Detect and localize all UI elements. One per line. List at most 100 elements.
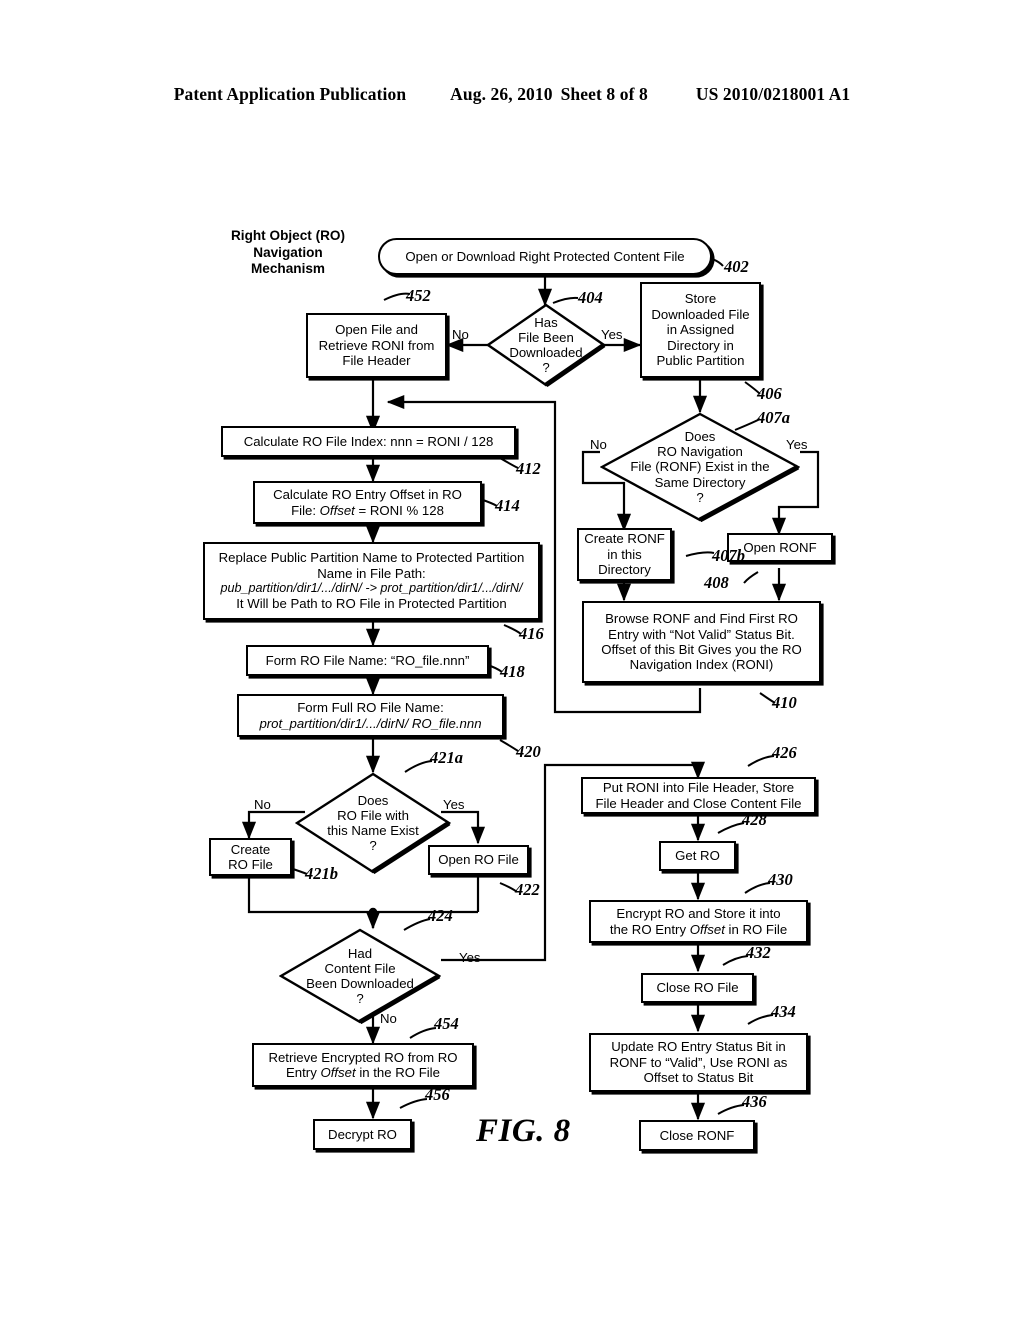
node-426-line1: Put RONI into File Header, Store bbox=[602, 780, 795, 796]
node-410-line3: Offset of this Bit Gives you the RO bbox=[601, 642, 802, 657]
node-454-line2: Entry Offset in the RO File bbox=[268, 1065, 457, 1080]
node-430-line2: the RO Entry Offset in RO File bbox=[610, 922, 787, 937]
ref-406: 406 bbox=[757, 384, 782, 403]
node-454-line2-a: Entry bbox=[286, 1065, 321, 1080]
node-421b-text: Create RO File bbox=[228, 842, 273, 873]
ref-456: 456 bbox=[425, 1085, 450, 1104]
ref-422: 422 bbox=[515, 880, 540, 899]
node-414-line2-offset: Offset bbox=[319, 502, 355, 518]
node-424-text: Had Content File Been Downloaded ? bbox=[279, 946, 441, 1007]
node-407b-create-ronf[interactable]: Create RONF in this Directory bbox=[577, 528, 672, 581]
ref-426: 426 bbox=[772, 743, 797, 762]
node-426-put-roni-into-file-header[interactable]: Put RONI into File Header, Store File He… bbox=[581, 777, 816, 814]
node-456-label: Decrypt RO bbox=[328, 1126, 397, 1142]
ref-421a: 421a bbox=[430, 748, 463, 767]
flowchart-diagram: Right Object (RO) Navigation Mechanism F… bbox=[0, 0, 1024, 1320]
node-414-text: Calculate RO Entry Offset in RO File: Of… bbox=[273, 487, 462, 518]
node-434-line3: Offset to Status Bit bbox=[643, 1070, 754, 1086]
node-404-has-file-been-downloaded[interactable]: Has File Been Downloaded ? bbox=[486, 303, 606, 387]
node-430-text: Encrypt RO and Store it into the RO Entr… bbox=[610, 906, 787, 937]
ref-402: 402 bbox=[724, 257, 749, 276]
node-407a-line1: Does bbox=[684, 428, 716, 444]
node-412-calculate-ro-file-index[interactable]: Calculate RO File Index: nnn = RONI / 12… bbox=[221, 426, 516, 457]
node-436-close-ronf[interactable]: Close RONF bbox=[639, 1120, 755, 1151]
node-416-line4: It Will be Path to RO File in Protected … bbox=[236, 596, 507, 612]
node-407b-line3: Directory bbox=[598, 562, 651, 578]
node-412-label: Calculate RO File Index: nnn = RONI / 12… bbox=[243, 433, 494, 449]
node-430-line2-offset: Offset bbox=[689, 921, 725, 937]
node-406-store-downloaded-file[interactable]: Store Downloaded File in Assigned Direct… bbox=[640, 282, 761, 378]
node-454-line2-c: in the RO File bbox=[355, 1065, 440, 1080]
ref-430: 430 bbox=[768, 870, 793, 889]
node-407a-does-ronf-exist[interactable]: Does RO Navigation File (RONF) Exist in … bbox=[600, 412, 800, 522]
node-424-had-content-file-downloaded[interactable]: Had Content File Been Downloaded ? bbox=[279, 928, 441, 1024]
node-410-browse-ronf[interactable]: Browse RONF and Find First RO Entry with… bbox=[582, 601, 821, 683]
ref-410: 410 bbox=[772, 693, 797, 712]
node-406-line4: Directory in bbox=[667, 337, 734, 353]
node-421b-create-ro-file[interactable]: Create RO File bbox=[209, 838, 292, 876]
ref-420: 420 bbox=[516, 742, 541, 761]
node-428-get-ro[interactable]: Get RO bbox=[659, 841, 736, 871]
node-452-open-file-retrieve-roni[interactable]: Open File and Retrieve RONI from File He… bbox=[306, 313, 447, 378]
ref-434: 434 bbox=[771, 1002, 796, 1021]
node-421a-line4: ? bbox=[369, 838, 377, 854]
flowchart-title: Right Object (RO) Navigation Mechanism bbox=[230, 228, 346, 276]
node-407a-line4: Same Directory bbox=[654, 474, 746, 490]
ref-436: 436 bbox=[742, 1092, 767, 1111]
node-430-encrypt-ro-and-store[interactable]: Encrypt RO and Store it into the RO Entr… bbox=[589, 900, 808, 943]
node-434-text: Update RO Entry Status Bit in RONF to “V… bbox=[610, 1039, 788, 1085]
node-424-line1: Had bbox=[347, 945, 373, 961]
node-406-text: Store Downloaded File in Assigned Direct… bbox=[651, 291, 749, 368]
node-418-form-ro-file-name[interactable]: Form RO File Name: “RO_file.nnn” bbox=[246, 645, 489, 676]
node-452-text: Open File and Retrieve RONI from File He… bbox=[319, 322, 435, 368]
figure-caption: FIG. 8 bbox=[476, 1113, 571, 1149]
node-436-label: Close RONF bbox=[659, 1127, 735, 1143]
node-452-line2: Retrieve RONI from bbox=[318, 337, 435, 353]
node-432-close-ro-file[interactable]: Close RO File bbox=[641, 973, 754, 1003]
node-424-line3: Been Downloaded bbox=[306, 976, 414, 991]
node-416-line1: Replace Public Partition Name to Protect… bbox=[218, 550, 525, 566]
node-420-text: Form Full RO File Name: prot_partition/d… bbox=[259, 700, 481, 731]
ref-408: 408 bbox=[704, 573, 729, 592]
node-421a-text: Does RO File with this Name Exist ? bbox=[295, 793, 451, 854]
node-424-line4: ? bbox=[356, 991, 364, 1007]
node-407b-text: Create RONF in this Directory bbox=[584, 531, 665, 577]
node-402-label: Open or Download Right Protected Content… bbox=[405, 248, 685, 264]
node-428-label: Get RO bbox=[675, 848, 720, 864]
node-454-text: Retrieve Encrypted RO from RO Entry Offs… bbox=[268, 1050, 457, 1081]
ref-414: 414 bbox=[495, 496, 520, 515]
ref-428: 428 bbox=[742, 810, 767, 829]
node-452-line3: File Header bbox=[342, 353, 411, 369]
node-420-line1: Form Full RO File Name: bbox=[297, 700, 444, 716]
node-420-form-full-ro-file-name[interactable]: Form Full RO File Name: prot_partition/d… bbox=[237, 694, 504, 737]
node-421a-does-ro-file-exist[interactable]: Does RO File with this Name Exist ? bbox=[295, 772, 451, 874]
node-416-line2: Name in File Path: bbox=[317, 565, 426, 581]
node-404-line4: ? bbox=[542, 360, 550, 376]
node-410-line4: Navigation Index (RONI) bbox=[629, 657, 774, 673]
node-408-label: Open RONF bbox=[743, 539, 817, 555]
node-404-text: Has File Been Downloaded ? bbox=[486, 315, 606, 376]
node-454-retrieve-encrypted-ro[interactable]: Retrieve Encrypted RO from RO Entry Offs… bbox=[252, 1043, 474, 1087]
node-432-label: Close RO File bbox=[656, 980, 739, 996]
node-402-open-or-download[interactable]: Open or Download Right Protected Content… bbox=[378, 238, 712, 275]
node-426-line2: File Header and Close Content File bbox=[595, 795, 802, 811]
edge-label-421-no: No bbox=[254, 797, 271, 812]
node-421a-line2: RO File with bbox=[337, 807, 409, 823]
node-434-update-ro-entry-status-bit[interactable]: Update RO Entry Status Bit in RONF to “V… bbox=[589, 1033, 808, 1092]
node-424-line2: Content File bbox=[324, 960, 396, 976]
node-406-line2: Downloaded File bbox=[651, 306, 750, 322]
node-426-text: Put RONI into File Header, Store File He… bbox=[596, 780, 802, 811]
node-456-decrypt-ro[interactable]: Decrypt RO bbox=[313, 1119, 412, 1150]
node-416-replace-partition-name[interactable]: Replace Public Partition Name to Protect… bbox=[203, 542, 540, 620]
node-416-line3-path: pub_partition/dir1/.../dirN/ -> prot_par… bbox=[220, 581, 523, 595]
node-407b-line1: Create RONF bbox=[584, 531, 665, 547]
ref-452: 452 bbox=[406, 286, 431, 305]
edge-label-404-no: No bbox=[452, 327, 469, 342]
node-414-line2-c: = RONI % 128 bbox=[354, 502, 444, 518]
node-434-line1: Update RO Entry Status Bit in bbox=[611, 1039, 786, 1055]
node-406-line3: in Assigned bbox=[666, 322, 735, 338]
node-414-line2: File: Offset = RONI % 128 bbox=[273, 503, 462, 518]
node-414-line1: Calculate RO Entry Offset in RO bbox=[273, 487, 462, 503]
node-414-calculate-ro-entry-offset[interactable]: Calculate RO Entry Offset in RO File: Of… bbox=[253, 481, 482, 524]
node-407a-text: Does RO Navigation File (RONF) Exist in … bbox=[600, 429, 800, 505]
